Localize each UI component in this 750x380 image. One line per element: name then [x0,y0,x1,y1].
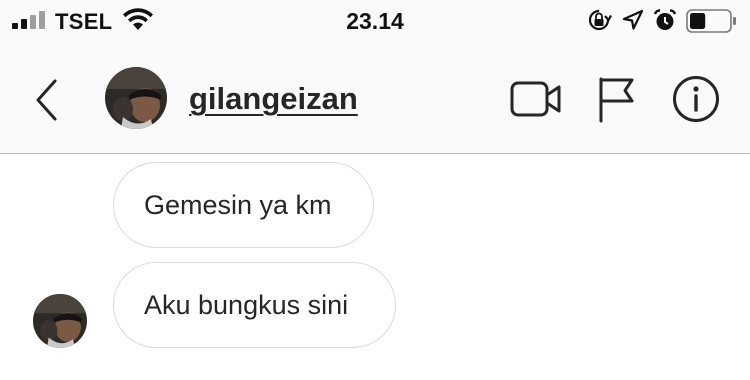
back-chevron-icon[interactable] [28,78,64,122]
message-bubble[interactable]: Aku bungkus sini [113,262,396,348]
battery-icon [686,9,736,33]
avatar-photo [105,67,167,129]
chat-header: gilangeizan [0,40,750,154]
user-avatar[interactable] [105,67,167,129]
status-bar: TSEL 23.14 [0,0,750,40]
location-arrow-icon [622,9,644,30]
video-camera-icon[interactable] [510,80,562,118]
info-icon[interactable] [672,75,720,123]
avatar-photo [33,294,87,348]
flag-icon[interactable] [597,75,637,123]
sender-avatar[interactable] [33,294,87,348]
orientation-lock-icon [588,9,612,31]
chat-username[interactable]: gilangeizan [189,81,358,117]
alarm-clock-icon [653,9,677,30]
message-text: Gemesin ya km [144,189,332,220]
message-bubble[interactable]: Gemesin ya km [113,162,374,248]
message-text: Aku bungkus sini [144,289,349,320]
